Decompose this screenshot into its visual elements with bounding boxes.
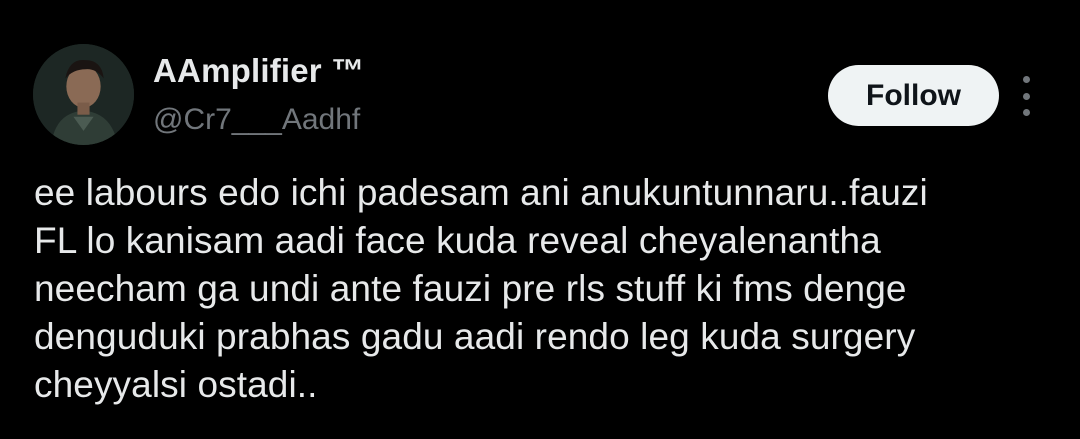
author-name-row: AAmplifier ™ (153, 52, 364, 90)
author-handle[interactable]: @Cr7___Aadhf (153, 103, 360, 137)
author-display-name[interactable]: AAmplifier ™ (153, 52, 364, 90)
tweet-card: AAmplifier ™ @Cr7___Aadhf Follow ee labo… (0, 0, 1080, 439)
tweet-text: ee labours edo ichi padesam ani anukuntu… (34, 172, 928, 405)
more-options-icon[interactable] (1012, 76, 1040, 116)
more-dot (1022, 109, 1030, 116)
more-dot (1022, 92, 1030, 100)
avatar-photo-icon (33, 44, 134, 145)
follow-button[interactable]: Follow (828, 65, 999, 126)
more-dot (1022, 76, 1030, 83)
avatar[interactable] (33, 44, 134, 145)
